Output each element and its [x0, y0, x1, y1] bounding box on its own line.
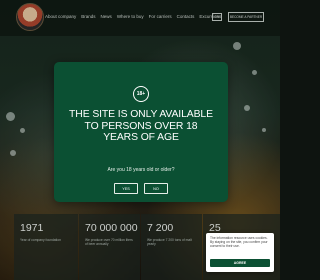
age-badge: 18+: [133, 86, 149, 102]
cookie-banner: The information resource uses cookies. B…: [206, 233, 274, 272]
age-verification-modal: 18+ THE SITE IS ONLY AVAILABLE TO PERSON…: [54, 62, 228, 202]
yes-button[interactable]: YES: [114, 183, 138, 194]
no-button[interactable]: NO: [144, 183, 168, 194]
cookie-text: The information resource uses cookies. B…: [210, 236, 268, 248]
cookie-agree-button[interactable]: AGREE: [210, 259, 270, 267]
age-gate-title: THE SITE IS ONLY AVAILABLE TO PERSONS OV…: [69, 109, 213, 143]
age-gate-question: Are you 18 years old or older?: [107, 167, 175, 173]
